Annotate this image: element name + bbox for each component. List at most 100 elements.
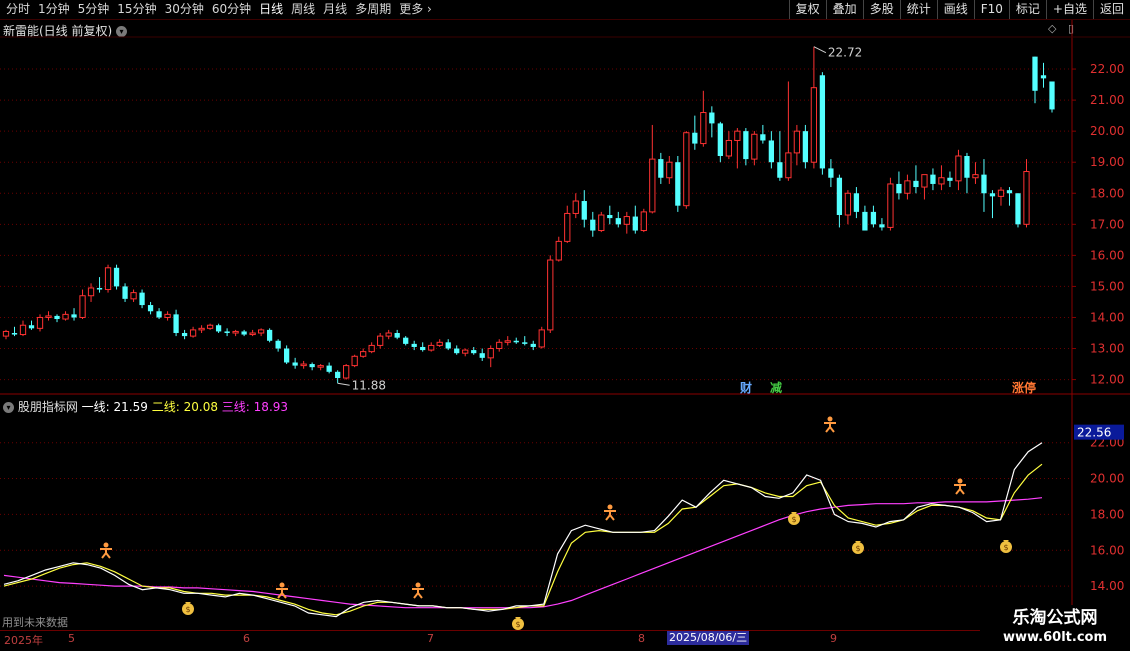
candle-body-up <box>666 161 673 179</box>
price-tick-label: 18.00 <box>1090 186 1124 200</box>
tool-button-3[interactable]: 统计 <box>899 0 937 19</box>
candle-body-up <box>904 180 911 194</box>
tool-button-6[interactable]: 标记 <box>1008 0 1046 19</box>
candle-body-down <box>403 337 409 344</box>
money-bag-icon: $ <box>1000 540 1012 553</box>
candle-body-up <box>377 335 384 346</box>
candle-body-down <box>981 174 987 194</box>
candle-body-up <box>45 315 52 318</box>
candle-body-up <box>572 200 579 214</box>
buy-signal-icon <box>100 542 112 559</box>
candle-body-down <box>658 159 664 178</box>
candle-body-down <box>326 365 332 372</box>
period-tab-7[interactable]: 周线 <box>287 0 319 19</box>
candle-body-down <box>420 346 426 351</box>
panel-toggle-icon[interactable]: ▯ <box>1068 22 1074 35</box>
current-value-label: 22.56 <box>1077 426 1111 440</box>
tool-button-7[interactable]: +自选 <box>1045 0 1093 19</box>
low-pointer <box>337 382 350 386</box>
period-tab-5[interactable]: 60分钟 <box>208 0 255 19</box>
main-chart-title: 新雷能(日线 前复权) ▾ <box>3 22 128 39</box>
candle-body-up <box>428 344 435 351</box>
chevron-down-icon[interactable]: ▾ <box>116 26 128 37</box>
price-tick-label: 22.00 <box>1090 62 1124 76</box>
candle-body-down <box>479 353 485 358</box>
candle-body-up <box>700 112 707 145</box>
period-tab-10[interactable]: 更多 › <box>395 0 436 19</box>
candle-body-up <box>79 295 86 318</box>
period-tab-3[interactable]: 15分钟 <box>113 0 160 19</box>
candle-body-up <box>504 340 511 343</box>
candle-body-down <box>394 333 400 338</box>
candle-body-up <box>232 330 239 334</box>
brand-title: 乐淘公式网 <box>1012 608 1098 628</box>
period-tab-1[interactable]: 1分钟 <box>34 0 74 19</box>
high-price-label: 22.72 <box>828 46 862 60</box>
buy-signal-icon <box>412 582 424 599</box>
tool-button-4[interactable]: 画线 <box>936 0 974 19</box>
candle-body-up <box>921 174 928 188</box>
candle-body-down <box>122 286 128 299</box>
candle-body-up <box>938 177 945 185</box>
candle-body-down <box>947 177 953 181</box>
candle-body-down <box>590 219 596 231</box>
candle-body-down <box>836 177 843 215</box>
candle-body-down <box>335 371 341 379</box>
candle-body-down <box>802 131 809 163</box>
svg-text:$: $ <box>515 620 520 629</box>
period-tab-9[interactable]: 多周期 <box>351 0 395 19</box>
candle-body-up <box>360 351 367 357</box>
candle-body-down <box>71 314 77 318</box>
candle-body-down <box>156 311 162 318</box>
line1-value: 21.59 <box>113 400 148 414</box>
tool-button-5[interactable]: F10 <box>973 0 1009 19</box>
candle-body-down <box>275 340 281 349</box>
candle-body-down <box>241 331 247 335</box>
candle-body-up <box>623 216 630 225</box>
candle-body-down <box>1040 75 1047 79</box>
diamond-icon[interactable]: ◇ <box>1048 22 1056 35</box>
candle-body-up <box>997 189 1005 197</box>
indicator-tick-label: 20.00 <box>1090 472 1124 486</box>
tool-button-0[interactable]: 复权 <box>788 0 826 19</box>
chevron-down-icon[interactable]: ▾ <box>3 402 14 413</box>
candle-body-down <box>181 333 188 337</box>
event-marker-0: 财 <box>739 380 752 395</box>
tool-button-8[interactable]: 返回 <box>1092 0 1130 19</box>
period-tab-4[interactable]: 30分钟 <box>161 0 208 19</box>
candle-body-down <box>1006 190 1013 194</box>
buy-signal-icon <box>824 416 836 433</box>
buy-signal-icon <box>954 478 966 495</box>
candle-body-down <box>147 305 154 312</box>
price-tick-label: 13.00 <box>1090 342 1124 356</box>
period-tab-2[interactable]: 5分钟 <box>74 0 114 19</box>
candle-body-down <box>1015 193 1021 225</box>
candle-body-down <box>692 132 698 144</box>
line3-value: 18.93 <box>253 400 289 414</box>
candle-body-up <box>198 327 205 331</box>
indicator-tick-label: 16.00 <box>1090 543 1124 557</box>
candle-body-up <box>785 152 792 179</box>
candle-body-up <box>2 330 10 337</box>
candle-body-down <box>896 183 902 194</box>
candle-body-down <box>224 331 230 333</box>
candle-body-down <box>54 315 60 320</box>
period-tab-8[interactable]: 月线 <box>319 0 351 19</box>
brand-url: www.60lt.com <box>1002 630 1108 645</box>
tool-button-1[interactable]: 叠加 <box>825 0 863 19</box>
kline-chart[interactable]: 22.00 21.00 20.00 19.00 18.00 17.00 16.00 15.00… <box>0 0 1130 650</box>
buy-signal-icon <box>276 582 288 599</box>
candle-body-up <box>555 240 562 261</box>
indicator-line-1 <box>3 442 1043 618</box>
price-tick-label: 15.00 <box>1090 279 1124 293</box>
candle-body-up <box>598 214 605 232</box>
buy-signal-icon <box>604 504 616 521</box>
candle-body-down <box>173 314 179 333</box>
period-tab-6[interactable]: 日线 <box>255 0 287 19</box>
candle-body-down <box>879 224 885 228</box>
candle-body-down <box>819 75 826 169</box>
stock-name: 新雷能(日线 前复权) <box>3 24 113 38</box>
period-tab-0[interactable]: 分时 <box>2 0 34 19</box>
tool-button-2[interactable]: 多股 <box>862 0 900 19</box>
date-axis: 2025年 5 6 7 8 9 <box>0 630 1130 651</box>
